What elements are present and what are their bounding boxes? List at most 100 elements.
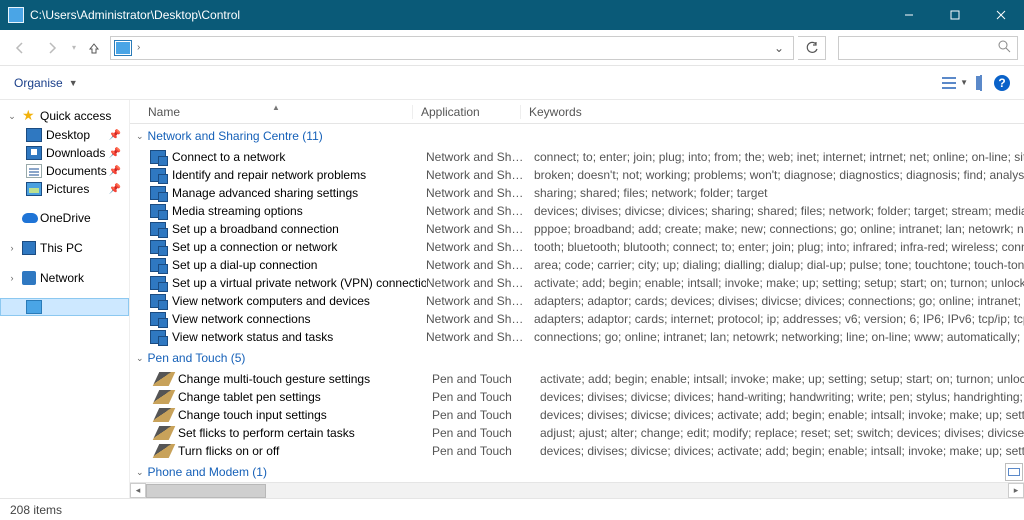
scroll-left-button[interactable]: ◂ <box>130 483 146 498</box>
item-icon <box>150 240 166 254</box>
group-title: Network and Sharing Centre (11) <box>148 129 323 143</box>
sidebar-network[interactable]: › Network <box>0 268 129 288</box>
item-application: Pen and Touch <box>432 408 540 422</box>
item-keywords: adapters; adaptor; cards; devices; divis… <box>534 294 1024 308</box>
desktop-icon <box>26 128 42 142</box>
refresh-button[interactable] <box>798 36 826 60</box>
scroll-track[interactable] <box>146 483 1008 498</box>
column-header-name[interactable]: ▲ Name <box>140 105 412 119</box>
list-item[interactable]: Change touch input settingsPen and Touch… <box>130 406 1024 424</box>
address-dropdown-icon[interactable]: ⌄ <box>769 41 789 55</box>
expand-icon[interactable]: › <box>6 273 18 283</box>
maximize-button[interactable] <box>932 0 978 30</box>
list-item[interactable]: Identify and repair network problemsNetw… <box>130 166 1024 184</box>
item-application: Network and Sharing... <box>426 330 534 344</box>
item-name: Set up a broadband connection <box>172 222 426 236</box>
back-button[interactable] <box>6 34 34 62</box>
search-input[interactable] <box>838 36 1018 60</box>
list-item[interactable]: Set up a broadband connectionNetwork and… <box>130 220 1024 238</box>
view-options-button[interactable]: ▼ <box>942 77 968 89</box>
cloud-icon <box>22 213 38 223</box>
pin-icon: 📌 <box>109 130 121 141</box>
item-icon <box>150 312 166 326</box>
command-bar: Organise ▼ ▼ ? <box>0 66 1024 100</box>
list-item[interactable]: Change multi-touch gesture settingsPen a… <box>130 370 1024 388</box>
list-item[interactable]: Change tablet pen settingsPen and Touchd… <box>130 388 1024 406</box>
column-label: Application <box>421 105 480 119</box>
collapse-icon[interactable]: ⌄ <box>6 111 18 122</box>
pc-icon <box>22 241 36 255</box>
column-header-application[interactable]: Application <box>412 105 520 119</box>
item-application: Pen and Touch <box>432 372 540 386</box>
list-item[interactable]: View network computers and devicesNetwor… <box>130 292 1024 310</box>
item-keywords: area; code; carrier; city; up; dialing; … <box>534 258 1024 272</box>
breadcrumb-chevron-icon[interactable]: › <box>137 42 140 53</box>
sidebar-item-label: Desktop <box>46 128 109 142</box>
organise-menu[interactable]: Organise ▼ <box>14 76 78 90</box>
collapse-icon[interactable]: ⌄ <box>136 353 144 364</box>
list-item[interactable]: Media streaming optionsNetwork and Shari… <box>130 202 1024 220</box>
chevron-down-icon: ▼ <box>69 78 78 88</box>
recent-locations-chevron-icon[interactable]: ▾ <box>70 43 78 52</box>
item-application: Network and Sharing... <box>426 276 534 290</box>
group-header[interactable]: ⌄Phone and Modem (1) <box>130 460 1024 482</box>
item-name: Change tablet pen settings <box>178 390 432 404</box>
group-header[interactable]: ⌄ Network and Sharing Centre (11) <box>130 124 1024 148</box>
close-button[interactable] <box>978 0 1024 30</box>
location-cpl-icon <box>115 41 131 55</box>
column-header-keywords[interactable]: Keywords <box>520 105 1024 119</box>
list-item[interactable]: Turn flicks on or offPen and Touchdevice… <box>130 442 1024 460</box>
list-item[interactable]: Manage advanced sharing settingsNetwork … <box>130 184 1024 202</box>
sidebar-quick-access[interactable]: ⌄ ★ Quick access <box>0 106 129 126</box>
horizontal-scrollbar[interactable]: ◂ ▸ <box>130 482 1024 498</box>
star-icon: ★ <box>22 109 36 123</box>
sidebar-downloads[interactable]: Downloads 📌 <box>0 144 129 162</box>
help-button[interactable]: ? <box>994 75 1010 91</box>
sidebar-documents[interactable]: Documents 📌 <box>0 162 129 180</box>
expand-icon[interactable]: › <box>6 243 18 253</box>
item-keywords: adjust; ajust; alter; change; edit; modi… <box>540 426 1024 440</box>
item-icon <box>150 258 166 272</box>
item-keywords: sharing; shared; files; network; folder;… <box>534 186 1024 200</box>
sidebar-pictures[interactable]: Pictures 📌 <box>0 180 129 198</box>
sidebar-control-folder[interactable] <box>0 298 129 316</box>
list-item[interactable]: Connect to a networkNetwork and Sharing.… <box>130 148 1024 166</box>
collapse-icon[interactable]: ⌄ <box>136 131 144 142</box>
sidebar-item-label: Network <box>40 271 123 285</box>
list-item[interactable]: Set up a connection or networkNetwork an… <box>130 238 1024 256</box>
address-bar[interactable]: › ⌄ <box>110 36 794 60</box>
list-item[interactable]: Set up a virtual private network (VPN) c… <box>130 274 1024 292</box>
item-keywords: connect; to; enter; join; plug; into; fr… <box>534 150 1024 164</box>
item-application: Pen and Touch <box>432 390 540 404</box>
item-application: Pen and Touch <box>432 426 540 440</box>
forward-button[interactable] <box>38 34 66 62</box>
collapse-icon[interactable]: ⌄ <box>136 467 144 478</box>
chevron-down-icon: ▼ <box>960 78 968 87</box>
sidebar-onedrive[interactable]: OneDrive <box>0 208 129 228</box>
column-label: Keywords <box>529 105 582 119</box>
window-title: C:\Users\Administrator\Desktop\Control <box>30 8 886 22</box>
sidebar-item-label: This PC <box>40 241 123 255</box>
group-header[interactable]: ⌄Pen and Touch (5) <box>130 346 1024 370</box>
preview-pane-button[interactable] <box>980 76 982 90</box>
item-name: Set up a connection or network <box>172 240 426 254</box>
list-item[interactable]: View network status and tasksNetwork and… <box>130 328 1024 346</box>
organise-label: Organise <box>14 76 63 90</box>
list-item[interactable]: View network connectionsNetwork and Shar… <box>130 310 1024 328</box>
up-button[interactable] <box>82 34 106 62</box>
navigation-bar: ▾ › ⌄ <box>0 30 1024 66</box>
scroll-thumb[interactable] <box>146 484 266 498</box>
column-header-row: ▲ Name Application Keywords <box>130 100 1024 124</box>
item-name: View network connections <box>172 312 426 326</box>
details-selector-button[interactable] <box>1005 463 1023 481</box>
status-item-count: 208 items <box>10 503 62 517</box>
documents-icon <box>26 164 42 178</box>
list-item[interactable]: Set up a dial-up connectionNetwork and S… <box>130 256 1024 274</box>
list-item[interactable]: Set flicks to perform certain tasksPen a… <box>130 424 1024 442</box>
item-keywords: activate; add; begin; enable; intsall; i… <box>540 372 1024 386</box>
scroll-right-button[interactable]: ▸ <box>1008 483 1024 498</box>
minimize-button[interactable] <box>886 0 932 30</box>
preview-pane-icon <box>980 75 982 91</box>
sidebar-thispc[interactable]: › This PC <box>0 238 129 258</box>
sidebar-desktop[interactable]: Desktop 📌 <box>0 126 129 144</box>
